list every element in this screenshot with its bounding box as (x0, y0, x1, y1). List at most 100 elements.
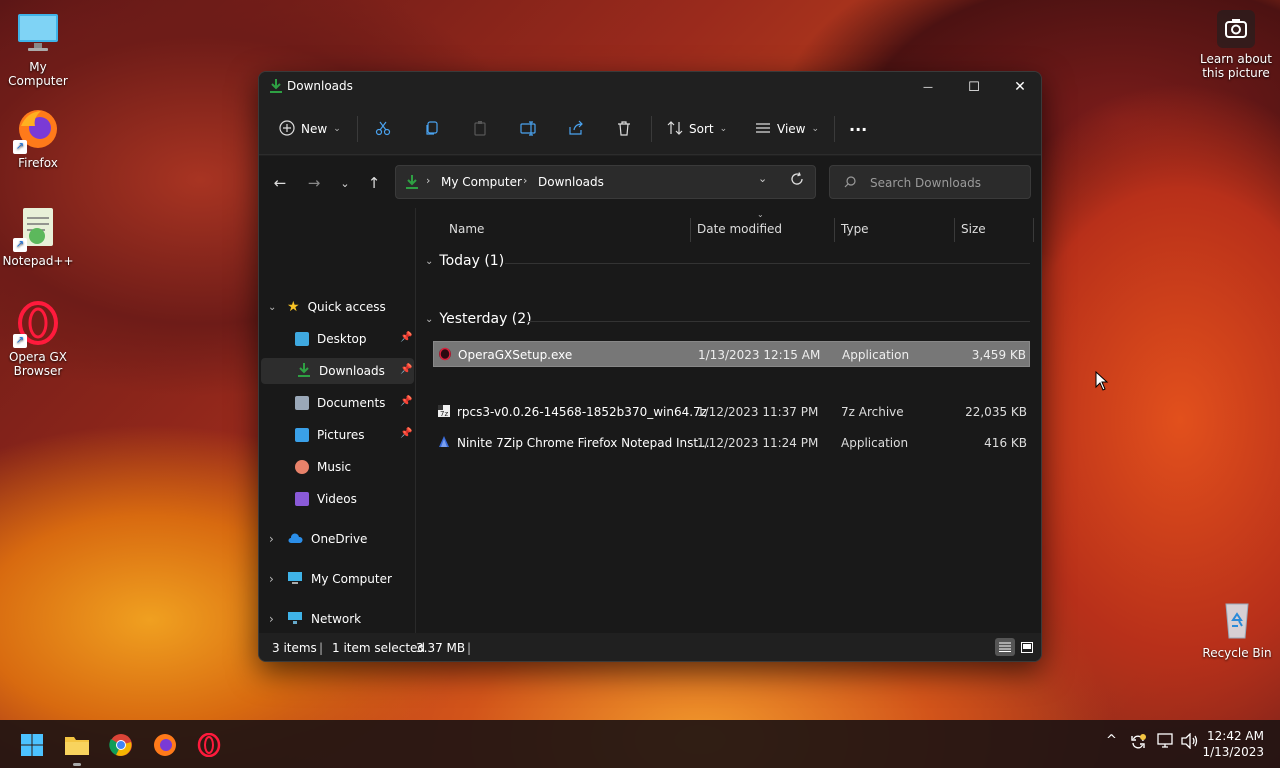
forward-button[interactable]: → (303, 172, 325, 194)
desktop-icon-label: My Computer (8, 60, 68, 88)
nav-item-desktop[interactable]: Desktop (295, 326, 413, 352)
nav-onedrive[interactable]: OneDrive (287, 526, 413, 552)
chrome-icon (109, 734, 132, 756)
nav-quick-access[interactable]: ★ Quick access (287, 294, 413, 320)
address-row: ← → ⌄ ↑ › My Computer › Downloads ⌄ Sear… (259, 156, 1041, 208)
pictures-icon (295, 428, 309, 442)
chevron-down-icon: ⌄ (425, 255, 434, 267)
rename-button[interactable] (520, 116, 538, 142)
cut-button[interactable] (375, 116, 391, 142)
nav-item-pictures[interactable]: Pictures (295, 422, 413, 448)
chevron-right-icon[interactable]: › (269, 532, 274, 546)
delete-button[interactable] (616, 116, 632, 142)
status-item-count: 3 items (272, 641, 317, 655)
pin-icon[interactable]: 📌 (400, 332, 412, 343)
folder-icon (65, 737, 89, 755)
refresh-button[interactable] (790, 172, 804, 189)
tiles-view-button[interactable] (1018, 638, 1036, 656)
windows-logo-icon (21, 734, 43, 756)
recent-locations-button[interactable]: ⌄ (334, 172, 356, 194)
desktop-icon-label: Recycle Bin (1202, 646, 1272, 660)
star-icon: ★ (287, 299, 300, 315)
column-divider[interactable] (834, 218, 835, 242)
firefox-icon (154, 734, 176, 756)
nav-item-documents[interactable]: Documents (295, 390, 413, 416)
group-divider (527, 321, 1030, 322)
network-tray-icon[interactable] (1156, 733, 1174, 753)
column-divider[interactable] (954, 218, 955, 242)
pin-icon[interactable]: 📌 (400, 364, 412, 375)
scissors-icon (375, 120, 391, 139)
minimize-button[interactable]: — (905, 72, 951, 102)
column-header-type[interactable]: Type (841, 222, 869, 244)
group-header-today[interactable]: ⌄ Today (1) (425, 253, 504, 269)
desktop-icon-my-computer[interactable]: My Computer (0, 10, 76, 88)
details-view-button[interactable] (995, 638, 1015, 656)
desktop-icon-notepadpp[interactable]: ↗ Notepad++ (0, 204, 76, 268)
shortcut-arrow-icon: ↗ (13, 140, 27, 154)
chevron-right-icon[interactable]: › (269, 572, 274, 586)
file-size: 3,459 KB (971, 348, 1026, 362)
copy-button[interactable] (424, 116, 440, 142)
file-list: Name ⌄ Date modified Type Size ⌄ Today (… (417, 208, 1041, 633)
view-button[interactable]: View ⌄ (755, 116, 819, 142)
up-button[interactable]: ↑ (363, 172, 385, 194)
ninite-icon (437, 435, 451, 452)
column-header-name[interactable]: Name (449, 222, 484, 244)
start-button[interactable] (19, 732, 45, 758)
clock[interactable]: 12:42 AM 1/13/2023 (1202, 728, 1264, 760)
chevron-right-icon[interactable]: › (269, 612, 274, 626)
group-header-yesterday[interactable]: ⌄ Yesterday (2) (425, 311, 532, 327)
file-row[interactable]: 7z rpcs3-v0.0.26-14568-1852b370_win64.7z… (433, 399, 1030, 425)
volume-icon[interactable] (1181, 732, 1199, 753)
nav-item-videos[interactable]: Videos (295, 486, 413, 512)
nav-label: Downloads (319, 364, 385, 378)
nav-network[interactable]: Network (287, 606, 413, 632)
minimize-icon: — (923, 81, 933, 93)
desktop-folder-icon (295, 332, 309, 346)
taskbar-opera-gx[interactable] (196, 732, 222, 758)
column-header-size[interactable]: Size (961, 222, 986, 244)
toolbar-divider (834, 116, 835, 142)
explorer-body: ⌄ ★ Quick access Desktop 📌 Downloads 📌 D… (259, 208, 1041, 633)
nav-item-music[interactable]: Music (295, 454, 413, 480)
show-hidden-icons-button[interactable]: ^ (1106, 733, 1117, 748)
breadcrumb-downloads[interactable]: Downloads (538, 175, 604, 189)
column-divider[interactable] (690, 218, 691, 242)
new-button[interactable]: New ⌄ (279, 116, 341, 142)
file-size: 22,035 KB (965, 405, 1027, 419)
taskbar-file-explorer[interactable] (64, 732, 90, 758)
taskbar-firefox[interactable] (152, 732, 178, 758)
desktop-icon-firefox[interactable]: ↗ Firefox (0, 106, 76, 170)
share-button[interactable] (568, 116, 584, 142)
pin-icon[interactable]: 📌 (400, 396, 412, 407)
nav-label: Music (317, 460, 352, 474)
close-button[interactable]: ✕ (997, 72, 1041, 102)
search-input[interactable]: Search Downloads (829, 165, 1031, 199)
tiles-view-icon (1021, 641, 1033, 653)
pin-icon[interactable]: 📌 (400, 428, 412, 439)
toolbar-divider (357, 116, 358, 142)
sync-status-icon[interactable] (1129, 733, 1147, 755)
column-divider[interactable] (1033, 218, 1034, 242)
sort-label: Sort (689, 122, 714, 136)
nav-item-downloads[interactable]: Downloads (261, 358, 414, 384)
more-options-button[interactable]: ··· (849, 116, 867, 142)
chevron-down-icon[interactable]: ⌄ (268, 302, 276, 313)
address-bar[interactable]: › My Computer › Downloads ⌄ (395, 165, 816, 199)
address-dropdown-button[interactable]: ⌄ (758, 172, 767, 185)
nav-my-computer[interactable]: My Computer (287, 566, 413, 592)
paste-button[interactable] (472, 116, 488, 142)
monitor-icon (15, 10, 61, 56)
breadcrumb-my-computer[interactable]: My Computer (441, 175, 522, 189)
file-row[interactable]: OperaGXSetup.exe 1/13/2023 12:15 AM Appl… (433, 341, 1030, 367)
desktop-icon-learn-picture[interactable]: Learn about this picture (1198, 10, 1274, 80)
sort-button[interactable]: Sort ⌄ (667, 116, 727, 142)
column-header-date[interactable]: Date modified (697, 222, 782, 244)
back-button[interactable]: ← (269, 172, 291, 194)
taskbar-chrome[interactable] (108, 732, 134, 758)
desktop-icon-opera-gx[interactable]: ↗ Opera GX Browser (0, 300, 76, 378)
file-row[interactable]: Ninite 7Zip Chrome Firefox Notepad Inst.… (433, 430, 1030, 456)
desktop-icon-recycle-bin[interactable]: Recycle Bin (1199, 596, 1275, 660)
maximize-button[interactable]: ☐ (951, 72, 997, 102)
